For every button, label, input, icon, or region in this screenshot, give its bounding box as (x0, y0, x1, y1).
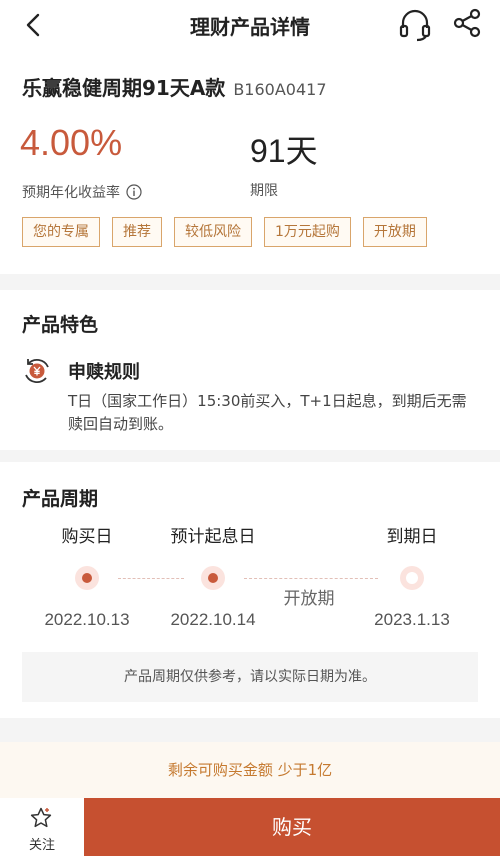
nav-bar: 理财产品详情 (0, 0, 500, 50)
cycle-note: 产品周期仅供参考，请以实际日期为准。 (22, 652, 478, 702)
timeline-dash (118, 578, 184, 579)
product-summary-card: 乐赢稳健周期91天A款 B160A0417 4.00% 预期年化收益率 91天 期… (0, 50, 500, 274)
timeline-dash (244, 578, 378, 579)
step-date: 2022.10.13 (44, 610, 130, 629)
section-title: 产品周期 (22, 488, 99, 510)
buy-button[interactable]: 购买 (84, 798, 500, 856)
headset-icon[interactable] (398, 8, 432, 42)
step-date: 2023.1.13 (374, 610, 450, 629)
expected-rate: 4.00% (20, 122, 123, 163)
open-period-label: 开放期 (283, 589, 335, 609)
product-cycle-card: 产品周期 购买日 预计起息日 到期日 开放期 2022.10.13 2022.1… (0, 462, 500, 718)
term-label: 期限 (250, 183, 278, 199)
yen-cycle-icon (25, 359, 49, 383)
step-label: 购买日 (61, 527, 113, 547)
feature-name: 申赎规则 (68, 362, 140, 383)
product-code: B160A0417 (233, 80, 327, 99)
timeline-dot (400, 566, 424, 590)
star-icon (30, 807, 52, 828)
follow-label: 关注 (28, 838, 55, 853)
timeline-dot (75, 566, 99, 590)
step-label: 到期日 (386, 527, 438, 547)
tag: 您的专属 (22, 217, 100, 247)
term-value: 91天 (250, 133, 318, 169)
tag: 开放期 (362, 217, 427, 247)
remaining-amount-banner: 剩余可购买金额 少于1亿 (0, 742, 500, 798)
step-label: 预计起息日 (170, 527, 256, 547)
rate-label-row: 预期年化收益率 (22, 182, 142, 202)
product-name: 乐赢稳健周期91天A款 (22, 76, 226, 100)
info-icon[interactable] (126, 184, 142, 200)
step-date: 2022.10.14 (170, 610, 256, 629)
bottom-bar: 关注 购买 (0, 798, 500, 856)
product-features-card: 产品特色 申赎规则 T日（国家工作日）15:30前买入，T+1日起息，到期后无需… (0, 290, 500, 450)
section-title: 产品特色 (22, 314, 99, 336)
rate-label: 预期年化收益率 (22, 185, 120, 201)
tag: 1万元起购 (264, 217, 351, 247)
product-name-row: 乐赢稳健周期91天A款 B160A0417 (22, 72, 327, 101)
share-icon[interactable] (452, 8, 482, 38)
tag-list: 您的专属 推荐 较低风险 1万元起购 开放期 (22, 217, 427, 247)
tag: 较低风险 (174, 217, 252, 247)
follow-button[interactable]: 关注 (0, 798, 84, 856)
tag: 推荐 (112, 217, 162, 247)
timeline-dot (201, 566, 225, 590)
feature-description: T日（国家工作日）15:30前买入，T+1日起息，到期后无需赎回自动到账。 (68, 392, 467, 433)
